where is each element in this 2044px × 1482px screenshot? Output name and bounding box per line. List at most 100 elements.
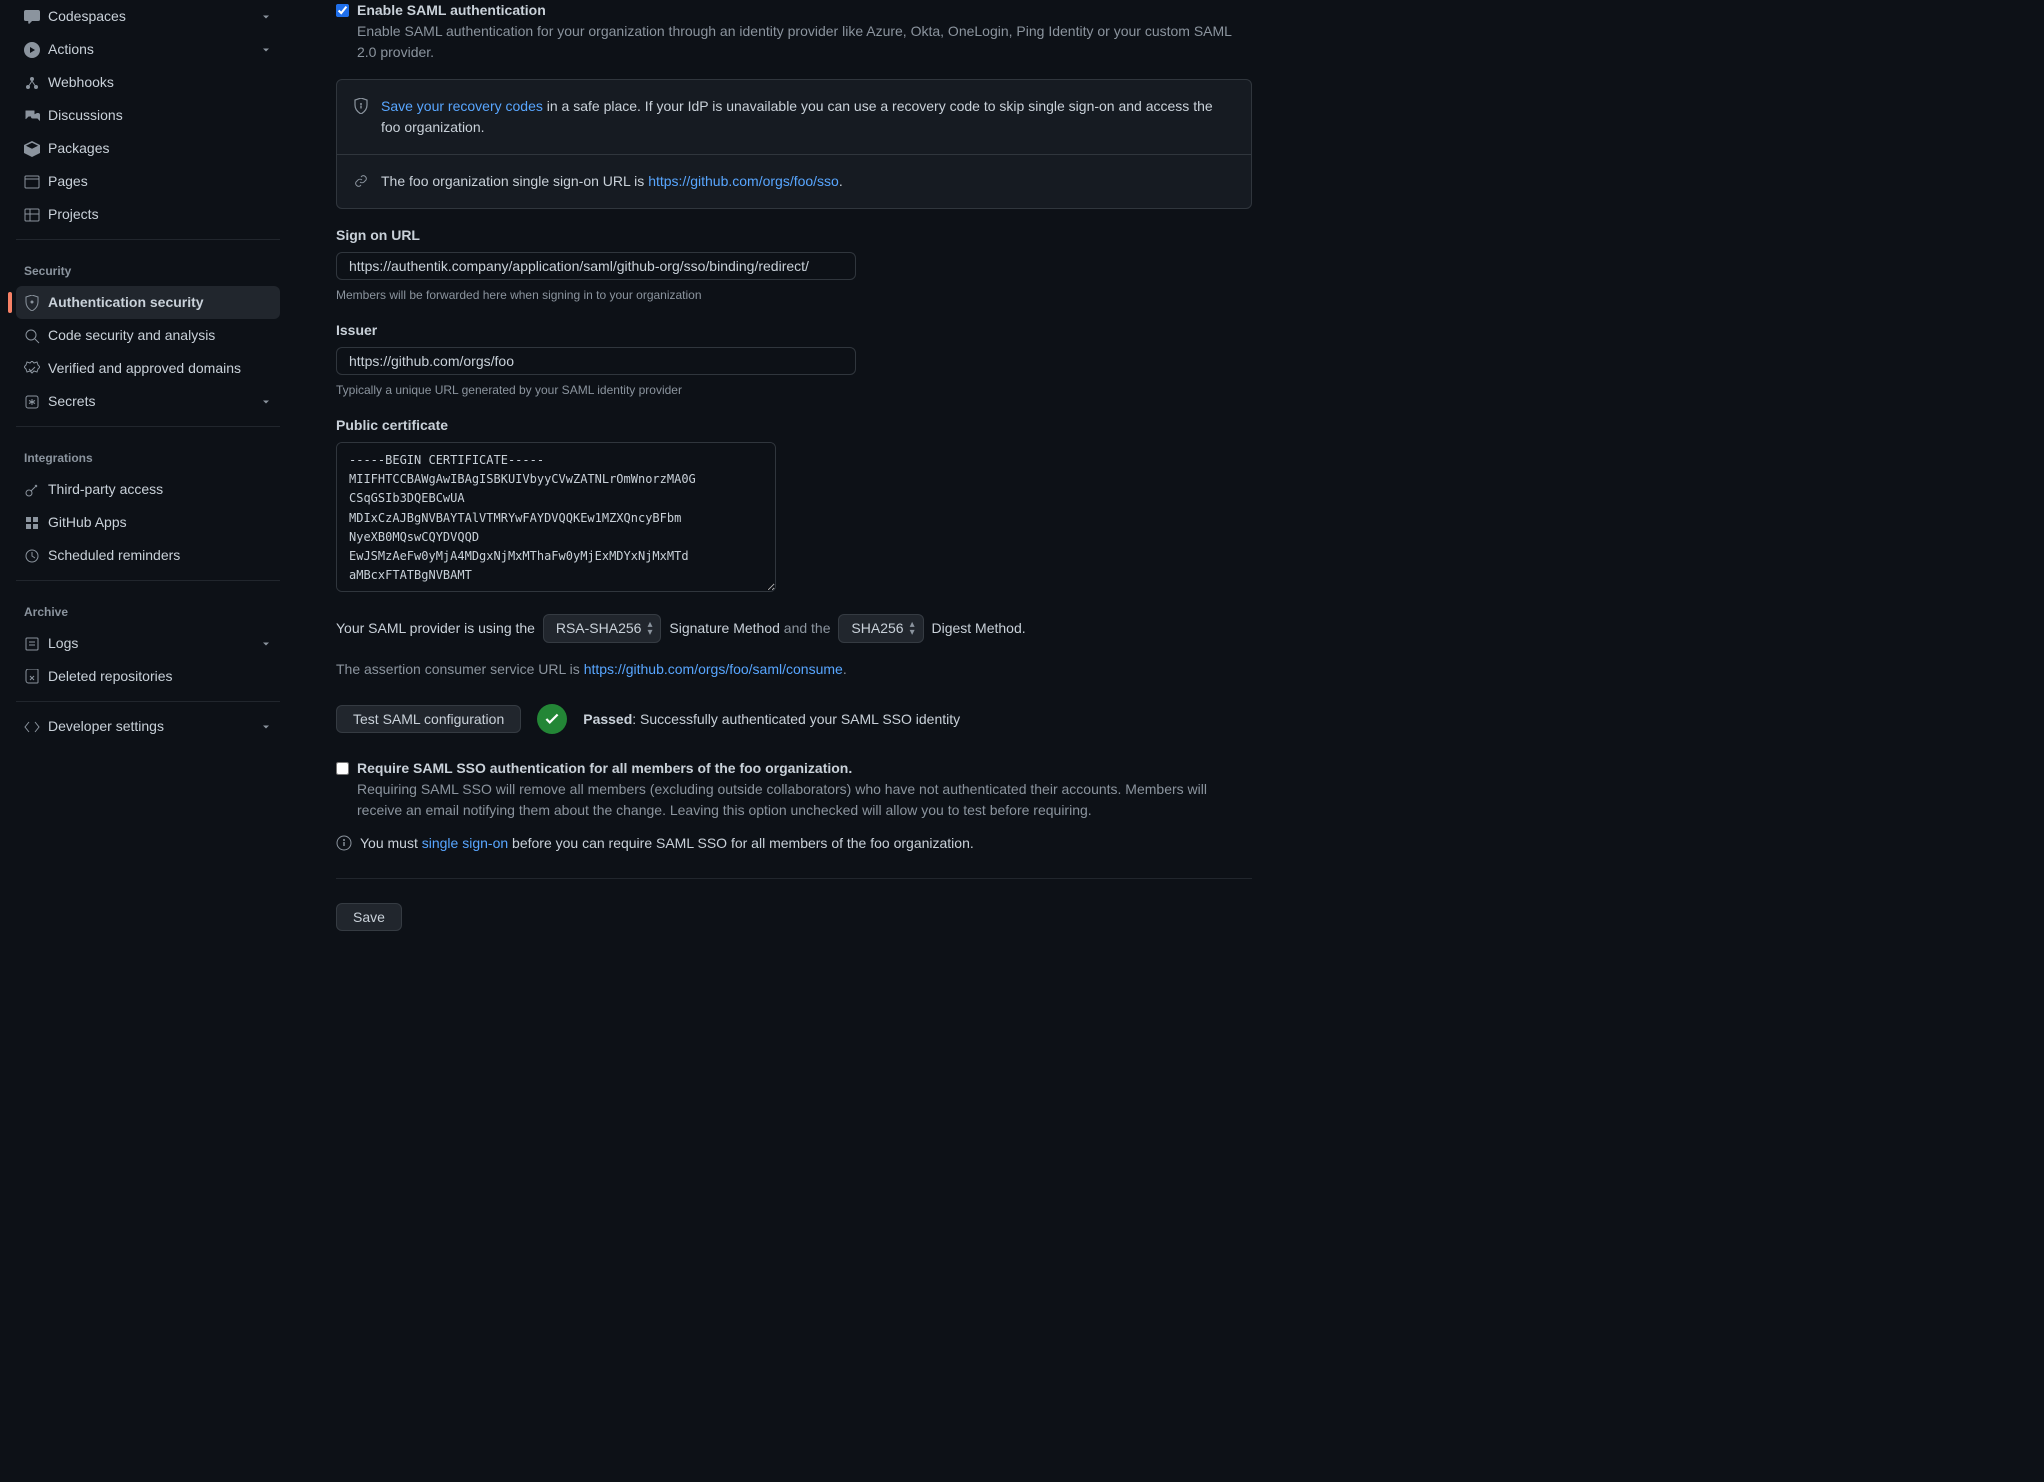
passed-text: Passed: Successfully authenticated your … — [583, 709, 960, 730]
sidebar-label: Deleted repositories — [48, 666, 272, 687]
digest-method-value: SHA256 — [851, 618, 903, 639]
section-title-archive: Archive — [16, 597, 280, 627]
sidebar-item-scheduled-reminders[interactable]: Scheduled reminders — [16, 539, 280, 572]
sidebar-label: Codespaces — [48, 6, 260, 27]
divider — [16, 701, 280, 702]
sidebar-item-packages[interactable]: Packages — [16, 132, 280, 165]
settings-sidebar: Codespaces Actions Webhooks Discussions … — [0, 0, 296, 971]
log-icon — [24, 636, 40, 652]
main-content: Enable SAML authentication Enable SAML a… — [296, 0, 1276, 971]
sign-on-url-group: Sign on URL Members will be forwarded he… — [336, 225, 1252, 304]
webhook-icon — [24, 75, 40, 91]
issuer-label: Issuer — [336, 320, 1252, 341]
verified-icon — [24, 361, 40, 377]
require-sso-title: Require SAML SSO authentication for all … — [357, 758, 1252, 779]
issuer-input[interactable] — [336, 347, 856, 375]
apps-icon — [24, 515, 40, 531]
test-row: Test SAML configuration Passed: Successf… — [336, 704, 1252, 734]
chevron-down-icon — [260, 44, 272, 56]
sidebar-label: Pages — [48, 171, 272, 192]
key-icon — [24, 482, 40, 498]
sidebar-label: Third-party access — [48, 479, 272, 500]
sidebar-item-logs[interactable]: Logs — [16, 627, 280, 660]
sidebar-label: Code security and analysis — [48, 325, 272, 346]
sig-prefix: Your SAML provider is using the — [336, 620, 535, 636]
repo-deleted-icon — [24, 669, 40, 685]
sidebar-item-discussions[interactable]: Discussions — [16, 99, 280, 132]
sidebar-item-actions[interactable]: Actions — [16, 33, 280, 66]
cert-group: Public certificate — [336, 415, 1252, 598]
recovery-row: Save your recovery codes in a safe place… — [337, 80, 1251, 154]
divider — [336, 878, 1252, 879]
package-icon — [24, 141, 40, 157]
sidebar-item-secrets[interactable]: Secrets — [16, 385, 280, 418]
signature-method-select[interactable]: RSA-SHA256 ▴▾ — [543, 614, 662, 643]
divider — [16, 239, 280, 240]
info-box: Save your recovery codes in a safe place… — [336, 79, 1252, 209]
sidebar-item-deleted-repos[interactable]: Deleted repositories — [16, 660, 280, 693]
sidebar-label: Webhooks — [48, 72, 272, 93]
sso-warn: You must single sign-on before you can r… — [336, 833, 1252, 854]
sidebar-item-webhooks[interactable]: Webhooks — [16, 66, 280, 99]
success-check-icon — [537, 704, 567, 734]
sidebar-label: Scheduled reminders — [48, 545, 272, 566]
select-arrows-icon: ▴▾ — [647, 621, 652, 637]
sign-on-url-label: Sign on URL — [336, 225, 1252, 246]
acs-url-link[interactable]: https://github.com/orgs/foo/saml/consume — [584, 661, 843, 677]
sig-mid: Signature Method — [669, 620, 780, 636]
digest-suffix: Digest Method. — [931, 620, 1025, 636]
browser-icon — [24, 174, 40, 190]
single-sign-on-link[interactable]: single sign-on — [422, 835, 508, 851]
must-suffix: before you can require SAML SSO for all … — [508, 835, 974, 851]
sign-on-url-hint: Members will be forwarded here when sign… — [336, 286, 1252, 304]
sidebar-item-codespaces[interactable]: Codespaces — [16, 0, 280, 33]
require-sso-checkbox[interactable] — [336, 762, 349, 775]
sidebar-item-third-party[interactable]: Third-party access — [16, 473, 280, 506]
chevron-down-icon — [260, 396, 272, 408]
sidebar-item-verified-domains[interactable]: Verified and approved domains — [16, 352, 280, 385]
must-prefix: You must — [360, 835, 422, 851]
sidebar-label: Authentication security — [48, 292, 272, 313]
asterisk-icon — [24, 394, 40, 410]
chevron-down-icon — [260, 721, 272, 733]
sidebar-item-code-security[interactable]: Code security and analysis — [16, 319, 280, 352]
test-saml-button[interactable]: Test SAML configuration — [336, 705, 521, 733]
code-icon — [24, 719, 40, 735]
chevron-down-icon — [260, 638, 272, 650]
sidebar-label: Logs — [48, 633, 260, 654]
sidebar-label: Verified and approved domains — [48, 358, 272, 379]
discussion-icon — [24, 108, 40, 124]
sidebar-label: Projects — [48, 204, 272, 225]
digest-method-select[interactable]: SHA256 ▴▾ — [838, 614, 923, 643]
cert-textarea[interactable] — [336, 442, 776, 592]
sidebar-label: Discussions — [48, 105, 272, 126]
recovery-codes-link[interactable]: Save your recovery codes — [381, 98, 543, 114]
sidebar-item-github-apps[interactable]: GitHub Apps — [16, 506, 280, 539]
recovery-text: Save your recovery codes in a safe place… — [381, 96, 1235, 138]
sidebar-item-auth-security[interactable]: Authentication security — [16, 286, 280, 319]
sidebar-item-pages[interactable]: Pages — [16, 165, 280, 198]
sidebar-label: Developer settings — [48, 716, 260, 737]
enable-saml-checkbox[interactable] — [336, 4, 349, 17]
sidebar-label: GitHub Apps — [48, 512, 272, 533]
sidebar-label: Secrets — [48, 391, 260, 412]
issuer-group: Issuer Typically a unique URL generated … — [336, 320, 1252, 399]
issuer-hint: Typically a unique URL generated by your… — [336, 381, 1252, 399]
save-button[interactable]: Save — [336, 903, 402, 931]
passed-bold: Passed — [583, 711, 632, 727]
sidebar-item-developer-settings[interactable]: Developer settings — [16, 710, 280, 743]
enable-saml-desc: Enable SAML authentication for your orga… — [357, 21, 1252, 63]
shield-lock-icon — [24, 295, 40, 311]
sidebar-item-projects[interactable]: Projects — [16, 198, 280, 231]
codescan-icon — [24, 328, 40, 344]
codespaces-icon — [24, 9, 40, 25]
sso-url-link[interactable]: https://github.com/orgs/foo/sso — [648, 173, 839, 189]
require-block: Require SAML SSO authentication for all … — [336, 758, 1252, 854]
shield-icon — [353, 98, 369, 114]
cert-label: Public certificate — [336, 415, 1252, 436]
signature-line: Your SAML provider is using the RSA-SHA2… — [336, 614, 1252, 643]
divider — [16, 580, 280, 581]
chevron-down-icon — [260, 11, 272, 23]
sign-on-url-input[interactable] — [336, 252, 856, 280]
sso-url-text: The foo organization single sign-on URL … — [381, 171, 843, 192]
